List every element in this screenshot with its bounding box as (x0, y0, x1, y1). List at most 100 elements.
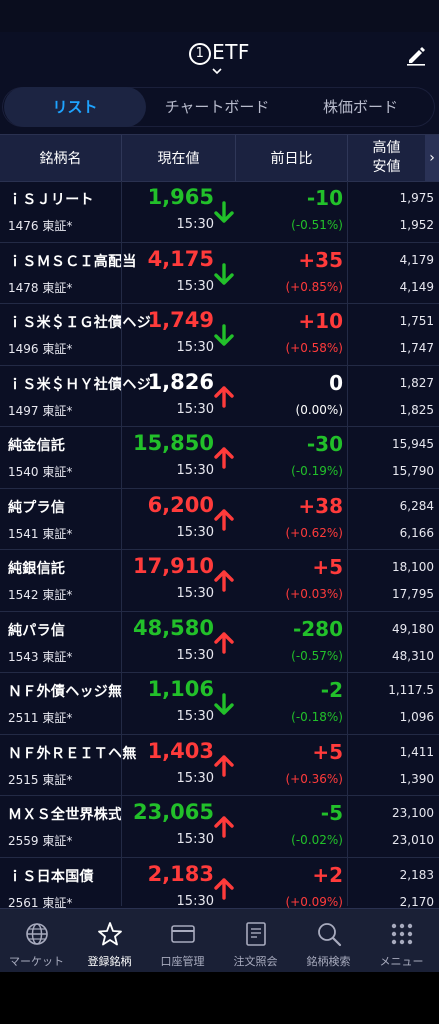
list-title-text: ETF (212, 40, 250, 64)
stock-name: ＮＦ外ＲＥＩＴヘ無 (8, 745, 137, 762)
change-percent: (-0.19%) (291, 464, 343, 478)
change-percent: (+0.09%) (285, 894, 343, 909)
nav-item-search[interactable]: 銘柄検索 (292, 909, 365, 973)
low-price: 1,390 (399, 771, 434, 786)
current-price: 23,065 (132, 800, 214, 824)
table-row[interactable]: 純パラ信 1543 東証* 48,580 15:30 -280 (-0.57%) 49,18… (0, 612, 439, 673)
price-time: 15:30 (176, 463, 214, 478)
table-row[interactable]: ＮＦ外債ヘッジ無 2511 東証* 1,106 15:30 -2 (-0.18%) 1,11… (0, 673, 439, 735)
arrow-up-icon (214, 631, 234, 654)
nav-label: 銘柄検索 (306, 955, 351, 968)
change-percent: (+0.36%) (285, 771, 343, 786)
change-percent: (-0.18%) (291, 710, 343, 724)
current-price: 4,175 (147, 246, 214, 271)
col-change[interactable]: 前日比 (236, 135, 348, 181)
price-time: 15:30 (176, 217, 214, 232)
nav-item-card[interactable]: 口座管理 (146, 909, 219, 973)
table-row[interactable]: 純プラ信 1541 東証* 6,200 15:30 +38 (+0.62%) 6,284 6,… (0, 489, 439, 550)
column-header: 銘柄名 現在値 前日比 高値 安値 › (0, 134, 439, 182)
nav-item-globe[interactable]: マーケット (0, 909, 73, 973)
change-value: +2 (312, 862, 343, 887)
arrow-up-icon (214, 508, 234, 531)
table-row[interactable]: ｉＳＪリート 1476 東証* 1,965 15:30 -10 (-0.51%) 1,975… (0, 181, 439, 243)
col-high-low[interactable]: 高値 安値 (348, 135, 425, 181)
pencil-icon[interactable] (405, 44, 427, 66)
high-price: 23,100 (392, 806, 434, 820)
stock-code: 1541 東証* (8, 526, 73, 541)
stock-code: 1476 東証* (8, 219, 73, 233)
table-row[interactable]: ｉＳ米＄ＩＧ社債ヘジ 1496 東証* 1,749 15:30 +10 (+0.58%) 1… (0, 304, 439, 366)
high-price: 1,827 (399, 375, 434, 390)
nav-label: 口座管理 (160, 955, 205, 968)
table-row[interactable]: ｉＳ米＄ＨＹ社債ヘジ 1497 東証* 1,826 15:30 0 (0.00%) 1,82… (0, 366, 439, 427)
stock-code: 2515 東証* (8, 772, 73, 787)
column-divider (347, 181, 348, 906)
nav-item-document[interactable]: 注文照会 (219, 909, 292, 973)
stock-code: 2511 東証* (8, 711, 73, 725)
high-price: 1,117.5 (388, 683, 434, 697)
low-price: 1,952 (399, 218, 434, 232)
price-time: 15:30 (176, 401, 214, 417)
current-price: 1,106 (147, 677, 214, 701)
current-price: 17,910 (132, 554, 214, 578)
nav-item-grid[interactable]: メニュー (365, 909, 438, 973)
low-price: 4,149 (399, 279, 434, 294)
low-price: 2,170 (399, 894, 434, 909)
stock-code: 1497 東証* (8, 403, 73, 418)
arrow-down-icon (214, 201, 234, 223)
stock-name: ＮＦ外債ヘッジ無 (8, 684, 123, 700)
current-price: 1,403 (147, 738, 214, 763)
price-time: 15:30 (176, 524, 214, 540)
col-name[interactable]: 銘柄名 (0, 135, 122, 181)
low-price: 1,096 (399, 710, 434, 724)
grid-icon (391, 923, 413, 945)
price-time: 15:30 (176, 586, 214, 601)
stock-code: 1543 東証* (8, 649, 73, 664)
card-icon (171, 925, 195, 943)
change-value: -5 (320, 801, 343, 825)
current-price: 6,200 (147, 492, 214, 517)
current-price: 1,965 (147, 185, 214, 209)
high-price: 1,975 (399, 191, 434, 205)
low-price: 1,747 (399, 341, 434, 355)
list-selector[interactable]: 1 ETF (0, 40, 439, 65)
low-price: 48,310 (392, 648, 434, 663)
table-row[interactable]: 純銀信託 1542 東証* 17,910 15:30 +5 (+0.03%) 18,100 1… (0, 550, 439, 612)
scroll-right-button[interactable]: › (425, 135, 439, 181)
current-price: 48,580 (132, 615, 214, 640)
tab-list[interactable]: リスト (4, 87, 146, 127)
status-bar (0, 0, 439, 32)
change-percent: (+0.85%) (285, 279, 343, 294)
tab-chart-board[interactable]: チャートボード (146, 87, 288, 127)
col-price[interactable]: 現在値 (122, 135, 236, 181)
change-value: -10 (306, 186, 343, 210)
high-price: 1,411 (399, 744, 434, 759)
price-time: 15:30 (176, 340, 214, 355)
table-row[interactable]: ＭＸＳ全世界株式 2559 東証* 23,065 15:30 -5 (-0.02%) 23,… (0, 796, 439, 858)
table-row[interactable]: ＮＦ外ＲＥＩＴヘ無 2515 東証* 1,403 15:30 +5 (+0.36%) 1,4… (0, 735, 439, 796)
list-title[interactable]: 1 ETF (189, 40, 250, 65)
current-price: 2,183 (147, 861, 214, 886)
price-time: 15:30 (176, 647, 214, 663)
change-value: +38 (298, 493, 343, 518)
tab-price-board[interactable]: 株価ボード (288, 87, 433, 127)
stock-name: 純パラ信 (8, 622, 66, 639)
high-price: 2,183 (399, 867, 434, 882)
low-price: 15,790 (392, 464, 434, 478)
stock-code: 2559 東証* (8, 834, 73, 848)
high-price: 4,179 (399, 252, 434, 267)
change-value: -30 (306, 432, 343, 456)
header: 1 ETF (0, 32, 439, 80)
system-nav-bar (0, 972, 439, 1024)
stock-name: ｉＳＭＳＣＩ高配当 (8, 253, 137, 270)
change-percent: (-0.02%) (291, 833, 343, 847)
table-row[interactable]: ｉＳＭＳＣＩ高配当 1478 東証* 4,175 15:30 +35 (+0.85%) 4,… (0, 243, 439, 304)
stock-name: 純金信託 (8, 438, 66, 454)
nav-item-star[interactable]: 登録銘柄 (73, 909, 146, 973)
low-price: 1,825 (399, 402, 434, 417)
change-value: 0 (329, 370, 343, 395)
table-row[interactable]: 純金信託 1540 東証* 15,850 15:30 -30 (-0.19%) 15,945… (0, 427, 439, 489)
stock-code: 1540 東証* (8, 465, 73, 479)
chevron-down-icon[interactable] (212, 66, 222, 76)
change-value: +10 (298, 309, 343, 333)
